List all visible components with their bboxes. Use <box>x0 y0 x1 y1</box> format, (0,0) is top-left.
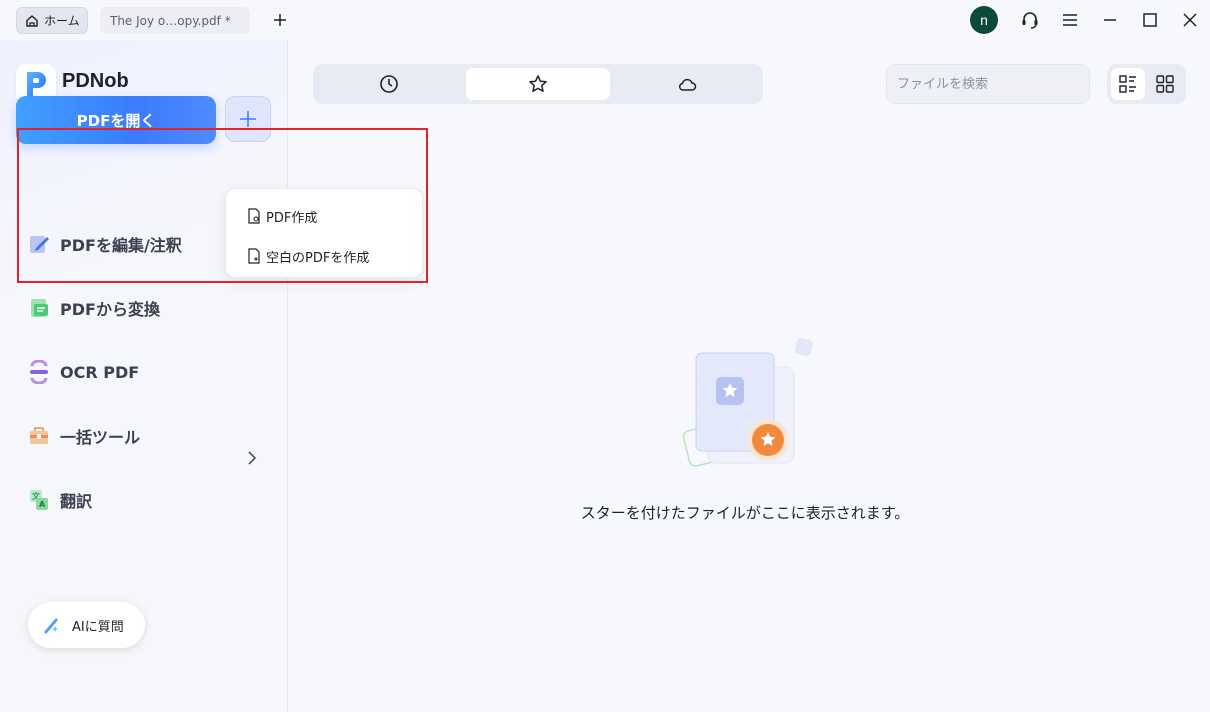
minimize-icon <box>1104 19 1116 21</box>
empty-state-message: スターを付けたファイルがここに表示されます。 <box>580 504 910 522</box>
hamburger-icon <box>1063 14 1077 26</box>
view-mode-toggle <box>1107 64 1186 104</box>
list-view-icon <box>1119 75 1136 93</box>
menu-item-create-pdf[interactable]: PDF作成 <box>246 206 317 226</box>
headset-icon <box>1022 12 1038 29</box>
grid-view-icon <box>1156 75 1174 93</box>
plus-icon <box>240 111 256 127</box>
svg-text:A: A <box>39 500 46 509</box>
pdnob-logo-icon <box>27 72 46 96</box>
file-filter-tabs <box>313 64 763 104</box>
menu-item-create-blank-pdf[interactable]: 空白のPDFを作成 <box>246 246 369 266</box>
ask-ai-button[interactable]: AIに質問 <box>28 602 145 648</box>
new-tab-button[interactable] <box>268 8 292 32</box>
maximize-icon <box>1143 13 1157 27</box>
search-input[interactable] <box>886 64 1090 104</box>
brand-name: PDNob <box>62 70 129 92</box>
tab-document[interactable]: The Joy o…opy.pdf * <box>100 7 250 34</box>
close-button[interactable] <box>1178 8 1202 32</box>
tab-home-label: ホーム <box>44 14 80 28</box>
star-icon <box>529 75 547 92</box>
plus-icon <box>274 14 286 26</box>
sidebar-item-ocr[interactable]: OCR PDF <box>26 358 139 386</box>
sidebar-item-convert[interactable]: PDFから変換 <box>26 294 160 322</box>
chevron-right-icon[interactable] <box>244 448 260 468</box>
ask-ai-label: AIに質問 <box>72 619 124 635</box>
minimize-button[interactable] <box>1098 8 1122 32</box>
sidebar-item-label: 翻訳 <box>60 492 93 511</box>
tab-starred[interactable] <box>466 68 610 100</box>
file-create-icon <box>248 208 260 224</box>
tab-recent[interactable] <box>317 68 461 100</box>
menu-item-label: PDF作成 <box>266 210 318 226</box>
list-view-button[interactable] <box>1111 68 1145 100</box>
sidebar-item-label: PDFから変換 <box>60 300 160 319</box>
ai-sparkle-icon <box>40 614 62 636</box>
cloud-icon <box>679 78 697 91</box>
maximize-button[interactable] <box>1138 8 1162 32</box>
open-pdf-button[interactable]: PDFを開く <box>16 96 216 144</box>
sidebar-item-label: PDFを編集/注釈 <box>60 236 182 255</box>
convert-icon <box>26 295 52 321</box>
ocr-icon <box>26 359 52 385</box>
support-button[interactable] <box>1018 8 1042 32</box>
close-icon <box>1183 13 1197 27</box>
file-blank-icon <box>248 248 260 264</box>
sidebar-item-translate[interactable]: 文A 翻訳 <box>26 486 92 514</box>
menu-button[interactable] <box>1058 8 1082 32</box>
menu-item-label: 空白のPDFを作成 <box>266 250 370 266</box>
tab-home[interactable]: ホーム <box>16 7 88 34</box>
grid-view-button[interactable] <box>1148 68 1182 100</box>
add-button[interactable] <box>225 96 271 142</box>
sidebar-item-label: 一括ツール <box>60 428 141 447</box>
empty-starred-illustration <box>682 338 813 467</box>
clock-icon <box>380 75 398 93</box>
avatar[interactable]: n <box>970 6 998 34</box>
toolbox-icon <box>26 423 52 449</box>
tab-cloud[interactable] <box>615 68 759 100</box>
edit-icon <box>26 231 52 257</box>
tab-document-label: The Joy o…opy.pdf * <box>110 13 231 28</box>
sidebar-item-batch[interactable]: 一括ツール <box>26 422 140 450</box>
translate-icon: 文A <box>26 487 52 513</box>
home-icon <box>26 14 38 27</box>
sidebar-item-edit[interactable]: PDFを編集/注釈 <box>26 230 182 258</box>
title-bar: ホーム The Joy o…opy.pdf * n <box>0 0 1210 40</box>
sidebar-item-label: OCR PDF <box>60 362 140 382</box>
create-dropdown-menu: PDF作成 空白のPDFを作成 <box>225 188 423 278</box>
